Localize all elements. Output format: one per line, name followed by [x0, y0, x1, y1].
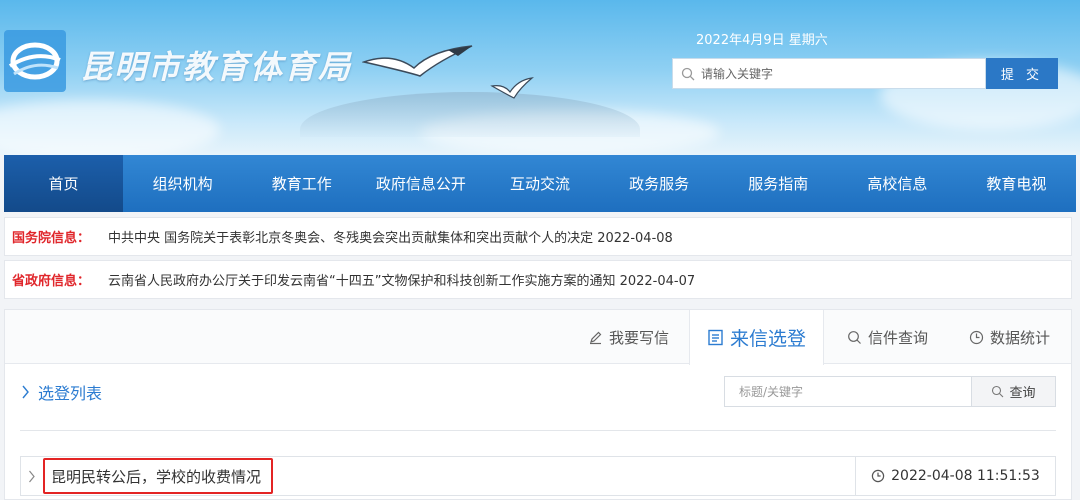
notice-bar-provincial: 省政府信息： 云南省人民政府办公厅关于印发云南省“十四五”文物保护和科技创新工作…: [4, 260, 1072, 299]
nav-item-home[interactable]: 首页: [4, 155, 124, 212]
search-icon: [992, 385, 1004, 398]
nav-item-organization[interactable]: 组织机构: [123, 155, 242, 212]
nav-item-interaction[interactable]: 互动交流: [480, 155, 599, 212]
list-icon: [708, 329, 723, 346]
letter-time-text: 2022-04-08 11:51:53: [891, 468, 1040, 484]
notice-link[interactable]: 中共中央 国务院关于表彰北京冬奥会、冬残奥会突出贡献集体和突出贡献个人的决定 2…: [108, 227, 673, 246]
pen-icon: [590, 331, 602, 344]
tabs-bar: 我要写信 来信选登 信件查询 数据统计: [5, 310, 1071, 365]
list-item[interactable]: 昆明民转公后，学校的收费情况 2022-04-08 11:51:53: [20, 456, 1056, 496]
search-icon: [848, 330, 861, 344]
nav-item-education-tv[interactable]: 教育电视: [957, 155, 1076, 212]
tab-label: 信件查询: [868, 328, 929, 347]
submit-button[interactable]: 提 交: [986, 58, 1058, 89]
keyword-filter-input[interactable]: [739, 384, 959, 399]
letter-title-link[interactable]: 昆明民转公后，学校的收费情况: [43, 458, 274, 494]
divider: [20, 430, 1056, 431]
cloud: [0, 100, 220, 155]
tab-label: 来信选登: [729, 328, 806, 350]
site-search-input[interactable]: [701, 66, 981, 81]
notice-label: 省政府信息：: [12, 274, 91, 289]
nav-item-gov-service[interactable]: 政务服务: [600, 155, 719, 212]
tab-write-letter[interactable]: 我要写信: [588, 310, 669, 364]
letter-time: 2022-04-08 11:51:53: [855, 457, 1055, 495]
header-banner: 昆明市教育体育局 2022年4月9日 星期六 提 交: [0, 0, 1080, 155]
seagull-icon: [362, 45, 473, 77]
tab-label: 数据统计: [990, 328, 1051, 347]
chevron-right-icon: [29, 470, 35, 483]
seagull-small-icon: [490, 77, 534, 99]
notice-label: 国务院信息：: [12, 231, 91, 246]
chevron-right-icon: [22, 385, 29, 399]
main-nav: 首页 组织机构 教育工作 政府信息公开 互动交流 政务服务 服务指南 高校信息 …: [4, 155, 1076, 212]
clock-icon: [871, 469, 885, 483]
site-search-box: [672, 58, 986, 89]
section-title-text: 选登列表: [38, 384, 103, 403]
nav-item-education-work[interactable]: 教育工作: [242, 155, 361, 212]
keyword-filter-box: [724, 376, 972, 407]
section-title: 选登列表: [21, 380, 102, 404]
site-logo-icon: [4, 30, 66, 92]
tab-label: 我要写信: [609, 328, 670, 347]
tab-statistics[interactable]: 数据统计: [969, 310, 1050, 364]
query-button-label: 查询: [1009, 386, 1036, 401]
clock-icon: [969, 330, 984, 344]
notice-link[interactable]: 云南省人民政府办公厅关于印发云南省“十四五”文物保护和科技创新工作实施方案的通知…: [108, 270, 695, 289]
tab-letter-query[interactable]: 信件查询: [847, 310, 928, 364]
notice-bar-state-council: 国务院信息： 中共中央 国务院关于表彰北京冬奥会、冬残奥会突出贡献集体和突出贡献…: [4, 217, 1072, 256]
query-button[interactable]: 查询: [971, 376, 1056, 407]
current-date: 2022年4月9日 星期六: [696, 33, 828, 48]
letters-panel: 我要写信 来信选登 信件查询 数据统计 选登列表 标题/关键字 查询 昆明民转公…: [4, 309, 1072, 500]
tab-featured-letters[interactable]: 来信选登: [689, 310, 824, 365]
site-title: 昆明市教育体育局: [80, 48, 353, 86]
mountain-illustration: [300, 92, 640, 137]
nav-item-university-info[interactable]: 高校信息: [838, 155, 957, 212]
nav-item-gov-info[interactable]: 政府信息公开: [361, 155, 480, 212]
nav-item-service-guide[interactable]: 服务指南: [719, 155, 838, 212]
search-icon: [681, 67, 695, 80]
